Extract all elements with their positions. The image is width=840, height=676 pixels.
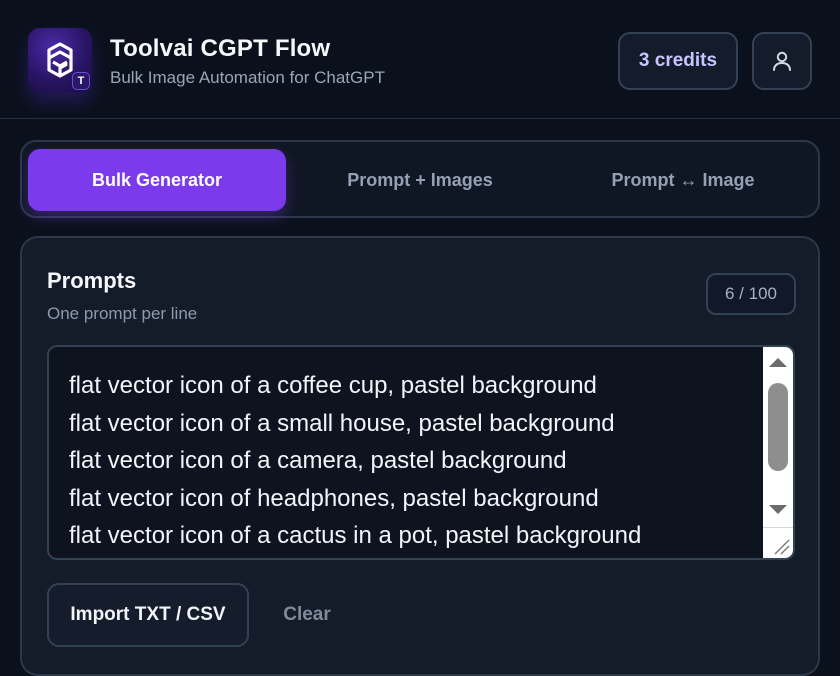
app-subtitle: Bulk Image Automation for ChatGPT bbox=[110, 68, 385, 87]
app-title: Toolvai CGPT Flow bbox=[110, 35, 331, 62]
user-icon bbox=[773, 51, 791, 71]
prompts-textarea[interactable]: flat vector icon of a coffee cup, pastel… bbox=[47, 345, 795, 560]
prompt-line: flat vector icon of a small house, paste… bbox=[69, 409, 615, 437]
prompts-title: Prompts bbox=[47, 268, 137, 293]
account-button[interactable] bbox=[752, 32, 812, 90]
prompts-card: Prompts One prompt per line 6 / 100 flat… bbox=[20, 236, 820, 676]
import-txt-csv-button[interactable]: Import TXT / CSV bbox=[47, 583, 249, 647]
prompt-count-badge: 6 / 100 bbox=[706, 273, 796, 315]
credits-button[interactable]: 3 credits bbox=[618, 32, 738, 90]
tab-prompt-to-image[interactable]: Prompt ↔ Image bbox=[554, 149, 812, 211]
prompts-subtitle: One prompt per line bbox=[47, 304, 198, 323]
clear-button[interactable]: Clear bbox=[268, 583, 346, 647]
textarea-scrollbar[interactable] bbox=[763, 347, 793, 530]
scroll-up-arrow-icon[interactable] bbox=[769, 358, 787, 367]
tab-prompt-images[interactable]: Prompt + Images bbox=[291, 149, 549, 211]
prompt-line: flat vector icon of a cactus in a pot, p… bbox=[69, 522, 642, 549]
scroll-down-arrow-icon[interactable] bbox=[769, 505, 787, 514]
prompt-lines: flat vector icon of a coffee cup, pastel… bbox=[69, 367, 753, 555]
app-header: T Toolvai CGPT Flow Bulk Image Automatio… bbox=[0, 0, 840, 119]
logo-badge: T bbox=[72, 72, 90, 90]
app-logo: T bbox=[28, 28, 92, 92]
prompt-line: flat vector icon of a coffee cup, pastel… bbox=[69, 372, 597, 399]
prompt-line: flat vector icon of headphones, pastel b… bbox=[69, 484, 599, 512]
scroll-thumb[interactable] bbox=[768, 383, 788, 471]
resize-grip-icon[interactable] bbox=[763, 527, 793, 558]
prompt-line: flat vector icon of a camera, pastel bac… bbox=[69, 447, 567, 474]
mode-tabs: Bulk Generator Prompt + Images Prompt ↔ … bbox=[20, 140, 820, 218]
tab-bulk-generator[interactable]: Bulk Generator bbox=[28, 149, 286, 211]
